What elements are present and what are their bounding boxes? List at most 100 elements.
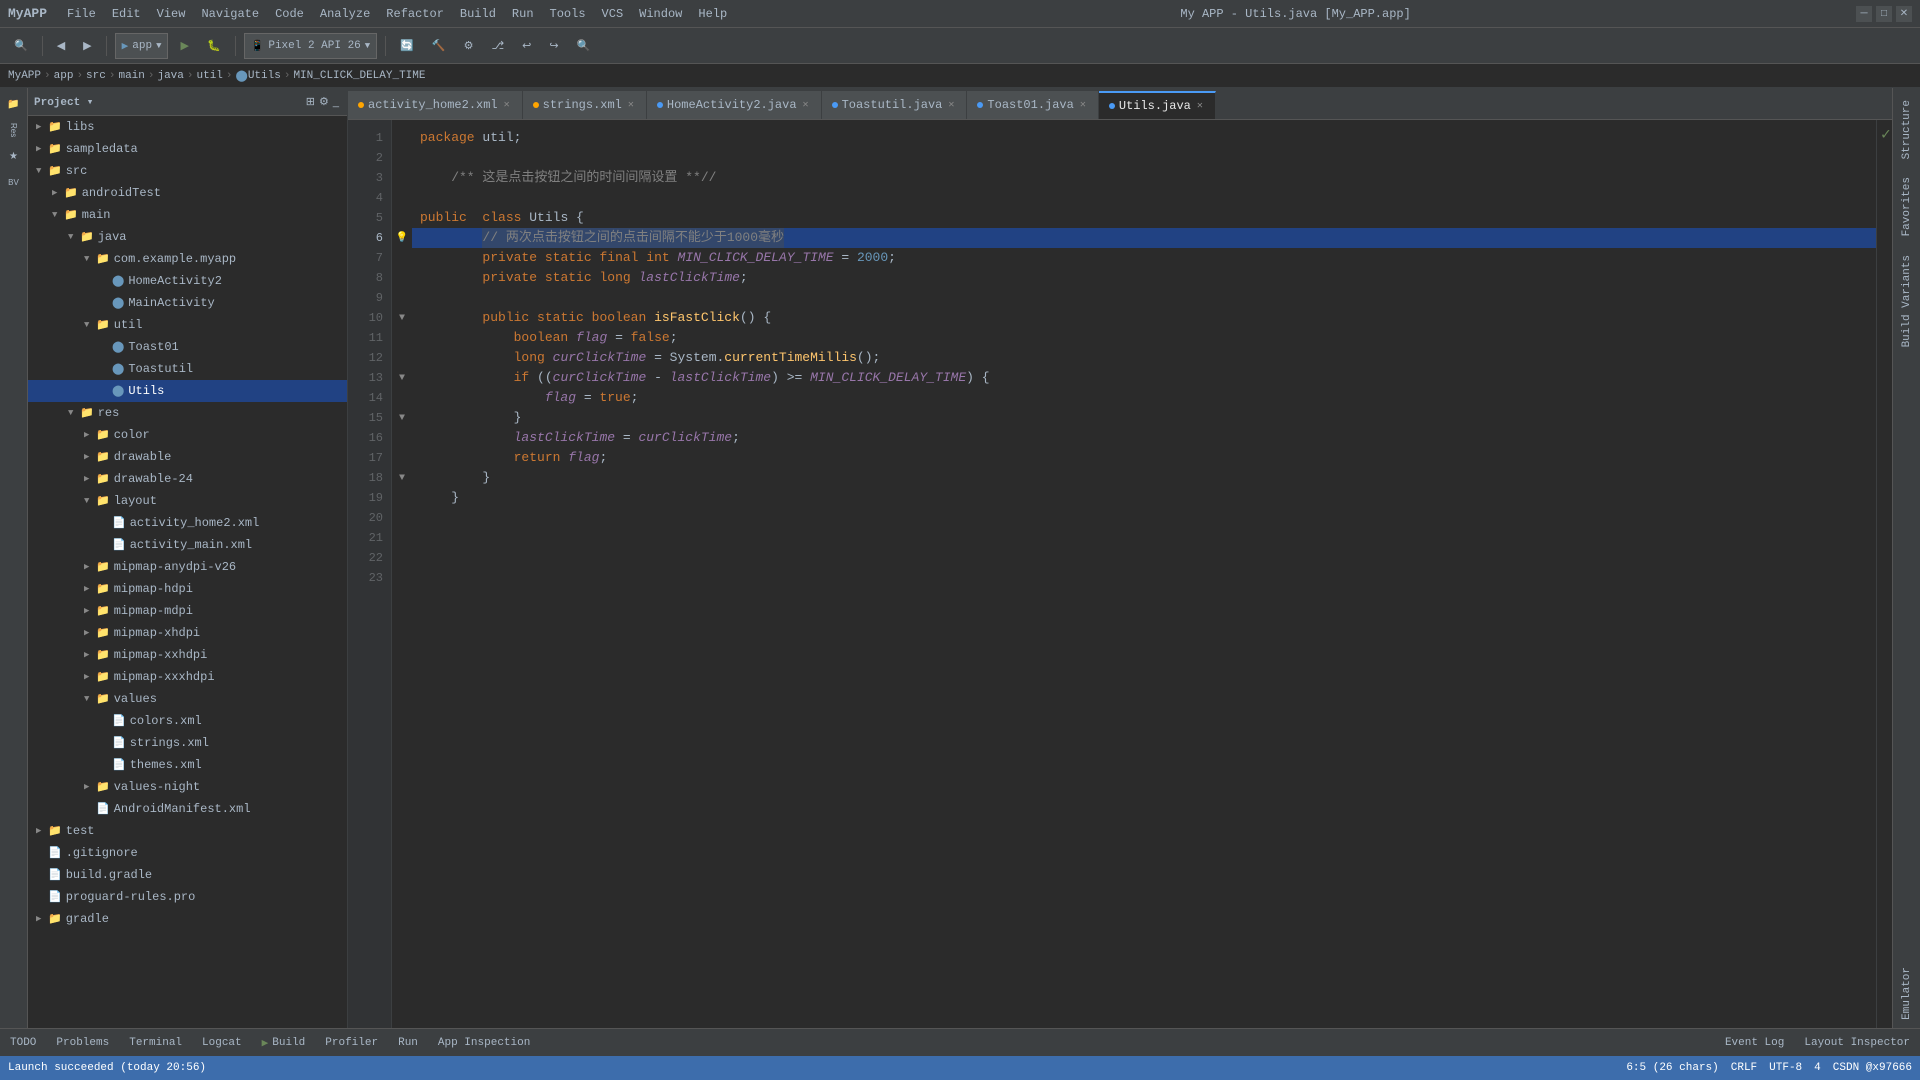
build-variants-panel-btn[interactable]: Build Variants [1897, 247, 1917, 355]
code-editor[interactable]: 1 2 3 4 5 6 7 8 9 10 11 12 13 14 15 16 1… [348, 120, 1892, 1028]
menu-run[interactable]: Run [504, 0, 542, 28]
tab-utils[interactable]: Utils.java ✕ [1099, 91, 1216, 119]
tree-item-strings[interactable]: 📄 strings.xml [28, 732, 347, 754]
menu-help[interactable]: Help [690, 0, 735, 28]
tree-item-toastutil[interactable]: ⬤ Toastutil [28, 358, 347, 380]
fold-icon-10[interactable]: ▼ [399, 313, 405, 324]
tab-close-utils[interactable]: ✕ [1195, 99, 1205, 113]
tree-item-manifest[interactable]: 📄 AndroidManifest.xml [28, 798, 347, 820]
minimize-button[interactable]: ─ [1856, 6, 1872, 22]
tree-item-util[interactable]: ▼ 📁 util [28, 314, 347, 336]
tree-item-java[interactable]: ▼ 📁 java [28, 226, 347, 248]
breadcrumb-main[interactable]: main [118, 70, 144, 82]
panel-gear-btn[interactable]: ⚙ [317, 93, 331, 110]
tree-item-main[interactable]: ▼ 📁 main [28, 204, 347, 226]
breadcrumb-app[interactable]: app [54, 70, 74, 82]
structure-panel-btn[interactable]: Structure [1897, 92, 1917, 167]
tree-item-com[interactable]: ▼ 📁 com.example.myapp [28, 248, 347, 270]
tab-run[interactable]: Run [388, 1029, 428, 1057]
run-button[interactable]: ▶ [174, 32, 194, 60]
event-log-btn[interactable]: Event Log [1715, 1029, 1794, 1057]
favorites-icon[interactable]: ★ [2, 144, 26, 168]
toolbar-search-btn[interactable]: 🔍 [8, 32, 34, 60]
fold-icon-15[interactable]: ▼ [399, 413, 405, 424]
breadcrumb-util[interactable]: util [197, 70, 223, 82]
tree-item-proguard[interactable]: 📄 proguard-rules.pro [28, 886, 347, 908]
menu-vcs[interactable]: VCS [594, 0, 632, 28]
menu-tools[interactable]: Tools [542, 0, 594, 28]
breadcrumb-utils[interactable]: Utils [248, 70, 281, 82]
tab-close-activity-home2[interactable]: ✕ [502, 98, 512, 112]
tab-problems[interactable]: Problems [46, 1029, 119, 1057]
tab-terminal[interactable]: Terminal [119, 1029, 192, 1057]
toolbar-git-btn[interactable]: ⎇ [485, 32, 510, 60]
tree-item-mipmap-hdpi[interactable]: ▶ 📁 mipmap-hdpi [28, 578, 347, 600]
toolbar-search2-btn[interactable]: 🔍 [571, 32, 597, 60]
tab-close-toast01[interactable]: ✕ [1078, 98, 1088, 112]
resource-manager-icon[interactable]: Res [2, 118, 26, 142]
toolbar-back-btn[interactable]: ◀ [51, 32, 71, 60]
menu-file[interactable]: File [59, 0, 104, 28]
toolbar-settings-btn[interactable]: ⚙ [458, 32, 480, 60]
favorites-panel-btn[interactable]: Favorites [1897, 169, 1917, 244]
bulb-icon[interactable]: 💡 [392, 228, 412, 248]
emulator-panel-btn[interactable]: Emulator [1897, 959, 1917, 1028]
tree-item-sampledata[interactable]: ▶ 📁 sampledata [28, 138, 347, 160]
tree-item-buildgradle[interactable]: 📄 build.gradle [28, 864, 347, 886]
project-icon[interactable]: 📁 [2, 92, 26, 116]
tab-build[interactable]: ▶ Build [252, 1029, 316, 1057]
menu-code[interactable]: Code [267, 0, 312, 28]
status-position[interactable]: 6:5 (26 chars) [1626, 1062, 1718, 1074]
tree-item-test[interactable]: ▶ 📁 test [28, 820, 347, 842]
tab-logcat[interactable]: Logcat [192, 1029, 252, 1057]
status-crlf[interactable]: CRLF [1731, 1062, 1757, 1074]
tree-item-layout[interactable]: ▼ 📁 layout [28, 490, 347, 512]
menu-edit[interactable]: Edit [104, 0, 149, 28]
tree-item-color[interactable]: ▶ 📁 color [28, 424, 347, 446]
tree-item-mipmap-xhdpi[interactable]: ▶ 📁 mipmap-xhdpi [28, 622, 347, 644]
code-content[interactable]: package util; /** 这是点击按钮之间的时间间隔设置 **// p… [412, 120, 1876, 1028]
tree-item-drawable24[interactable]: ▶ 📁 drawable-24 [28, 468, 347, 490]
tree-item-mipmap-anydpi[interactable]: ▶ 📁 mipmap-anydpi-v26 [28, 556, 347, 578]
close-button[interactable]: ✕ [1896, 6, 1912, 22]
tab-close-strings[interactable]: ✕ [626, 98, 636, 112]
tree-item-drawable[interactable]: ▶ 📁 drawable [28, 446, 347, 468]
toolbar-build-btn[interactable]: 🔨 [426, 32, 452, 60]
menu-navigate[interactable]: Navigate [193, 0, 267, 28]
breadcrumb-java[interactable]: java [157, 70, 183, 82]
tree-item-homeactivity2[interactable]: ⬤ HomeActivity2 [28, 270, 347, 292]
panel-scope-btn[interactable]: ⊞ [304, 93, 317, 110]
breadcrumb-myapp[interactable]: MyAPP [8, 70, 41, 82]
tree-item-toast01[interactable]: ⬤ Toast01 [28, 336, 347, 358]
breadcrumb-method[interactable]: MIN_CLICK_DELAY_TIME [293, 70, 425, 82]
tree-item-res[interactable]: ▼ 📁 res [28, 402, 347, 424]
tree-item-mipmap-xxxhdpi[interactable]: ▶ 📁 mipmap-xxxhdpi [28, 666, 347, 688]
tree-item-mainactivity[interactable]: ⬤ MainActivity [28, 292, 347, 314]
panel-minimize-btn[interactable]: _ [331, 94, 341, 110]
menu-refactor[interactable]: Refactor [378, 0, 452, 28]
layout-inspector-btn[interactable]: Layout Inspector [1794, 1029, 1920, 1057]
debug-button[interactable]: 🐛 [201, 32, 227, 60]
tree-item-mipmap-xxhdpi[interactable]: ▶ 📁 mipmap-xxhdpi [28, 644, 347, 666]
tree-item-gitignore[interactable]: 📄 .gitignore [28, 842, 347, 864]
maximize-button[interactable]: □ [1876, 6, 1892, 22]
tree-item-themes[interactable]: 📄 themes.xml [28, 754, 347, 776]
menu-view[interactable]: View [149, 0, 194, 28]
tab-toast01[interactable]: Toast01.java ✕ [967, 91, 1098, 119]
tree-item-colors[interactable]: 📄 colors.xml [28, 710, 347, 732]
toolbar-redo-btn[interactable]: ↪ [543, 32, 564, 60]
breadcrumb-src[interactable]: src [86, 70, 106, 82]
device-selector[interactable]: 📱 Pixel 2 API 26 ▼ [244, 33, 378, 59]
tree-item-mipmap-mdpi[interactable]: ▶ 📁 mipmap-mdpi [28, 600, 347, 622]
build-variants-icon[interactable]: BV [2, 170, 26, 194]
fold-icon-13[interactable]: ▼ [399, 373, 405, 384]
tree-item-values[interactable]: ▼ 📁 values [28, 688, 347, 710]
toolbar-forward-btn[interactable]: ▶ [77, 32, 97, 60]
tree-item-activity-home2[interactable]: 📄 activity_home2.xml [28, 512, 347, 534]
tab-toastutil[interactable]: Toastutil.java ✕ [822, 91, 968, 119]
tree-item-utils[interactable]: ⬤ Utils [28, 380, 347, 402]
tab-appinspection[interactable]: App Inspection [428, 1029, 540, 1057]
toolbar-sync-btn[interactable]: 🔄 [394, 32, 420, 60]
tab-profiler[interactable]: Profiler [315, 1029, 388, 1057]
toolbar-undo-btn[interactable]: ↩ [516, 32, 537, 60]
